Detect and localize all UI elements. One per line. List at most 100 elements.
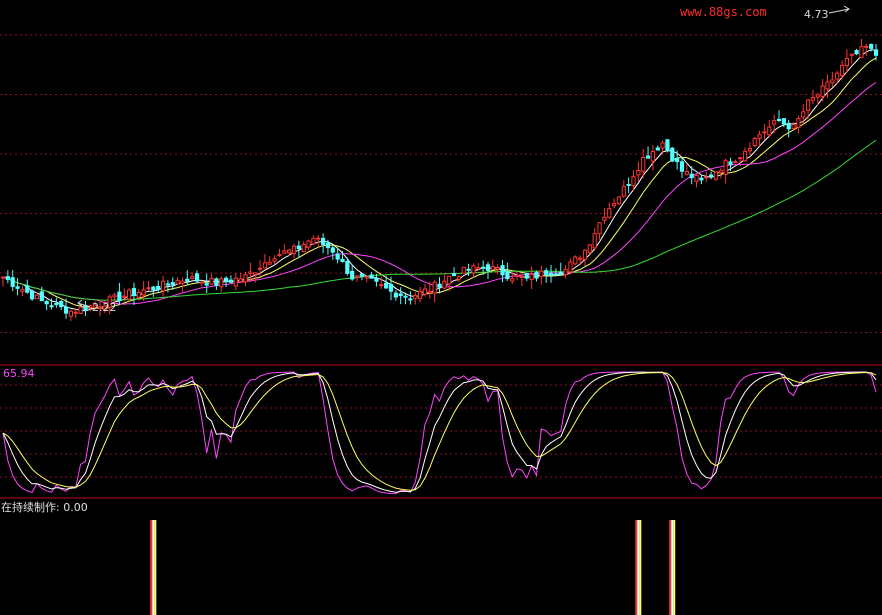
candle-body bbox=[742, 150, 748, 162]
candle-body bbox=[679, 161, 685, 172]
candle-body bbox=[238, 278, 243, 283]
candle-body bbox=[267, 261, 272, 265]
candle-body bbox=[825, 81, 830, 90]
candle-body bbox=[73, 311, 78, 314]
candle-body bbox=[592, 233, 597, 249]
candle-body bbox=[20, 289, 25, 293]
signal-bar bbox=[637, 520, 640, 615]
candle-body bbox=[806, 99, 811, 111]
watermark: www.88gs.com bbox=[680, 5, 767, 19]
candle-body bbox=[859, 46, 864, 58]
candle-body bbox=[713, 171, 719, 180]
candle-body bbox=[839, 64, 845, 77]
signal-bar bbox=[152, 520, 155, 615]
candle-body bbox=[194, 273, 200, 282]
ma-line-2 bbox=[2, 82, 877, 305]
candle-body bbox=[136, 291, 141, 298]
candle-body bbox=[287, 249, 292, 254]
candle-body bbox=[209, 278, 214, 285]
oscillator-lines bbox=[2, 371, 877, 495]
candle-body bbox=[767, 126, 772, 136]
candle-body bbox=[330, 247, 335, 253]
candle-body bbox=[447, 275, 452, 285]
candle-body bbox=[762, 131, 767, 134]
candle-body bbox=[675, 157, 680, 163]
candle-body bbox=[451, 273, 457, 277]
candle-body bbox=[873, 49, 879, 56]
candle-body bbox=[718, 170, 723, 174]
stock-chart: www.88gs.com 4.73 2.22 65.94 在持续制作: 0.00 bbox=[0, 5, 882, 615]
candle-body bbox=[660, 142, 665, 149]
candle-body bbox=[374, 277, 379, 282]
candle-body bbox=[364, 276, 369, 279]
candle-body bbox=[515, 274, 520, 278]
candle-body bbox=[854, 50, 859, 55]
candle-body bbox=[466, 268, 471, 271]
candle-body bbox=[170, 282, 175, 286]
candle-body bbox=[345, 261, 350, 274]
candle-body bbox=[175, 280, 180, 285]
candle-body bbox=[253, 272, 258, 275]
candle-body bbox=[689, 173, 694, 179]
candle-body bbox=[112, 294, 117, 298]
candle-body bbox=[650, 150, 655, 162]
candle-body bbox=[510, 278, 515, 282]
candle-body bbox=[296, 245, 301, 250]
candle-body bbox=[44, 300, 49, 305]
candle-body bbox=[393, 292, 398, 298]
candle-body bbox=[757, 134, 762, 139]
candle-body bbox=[563, 268, 568, 276]
candle-body bbox=[864, 45, 869, 48]
oscillator-panel-grid bbox=[0, 384, 882, 478]
candle-body bbox=[461, 266, 466, 274]
candle-body bbox=[131, 288, 137, 297]
candle-body bbox=[612, 203, 617, 207]
candle-body bbox=[432, 281, 437, 294]
candle-body bbox=[190, 276, 195, 280]
candle-body bbox=[481, 266, 486, 269]
candle-body bbox=[704, 176, 709, 179]
low-label: 2.22 bbox=[92, 301, 117, 314]
candle-body bbox=[321, 237, 326, 245]
candle-body bbox=[815, 94, 820, 98]
candle-body bbox=[291, 245, 297, 254]
candle-body bbox=[63, 306, 69, 314]
candle-body bbox=[122, 295, 127, 298]
candle-body bbox=[801, 111, 806, 118]
candle-body bbox=[243, 274, 248, 283]
signal-bars bbox=[150, 520, 676, 615]
candle-body bbox=[582, 249, 588, 260]
candle-body bbox=[733, 161, 738, 164]
signal-bar bbox=[671, 520, 674, 615]
candle-body bbox=[631, 176, 636, 187]
candle-body bbox=[350, 270, 355, 280]
candle-body bbox=[709, 174, 714, 177]
candle-body bbox=[684, 170, 689, 175]
candle-body bbox=[524, 272, 529, 279]
candle-body bbox=[641, 157, 646, 172]
candle-body bbox=[418, 290, 423, 300]
candle-body bbox=[849, 53, 854, 56]
candle-body bbox=[665, 139, 670, 151]
candle-body bbox=[185, 278, 190, 282]
candle-body bbox=[30, 290, 35, 300]
candle-body bbox=[228, 279, 234, 283]
candle-body bbox=[262, 262, 267, 269]
candle-body bbox=[655, 147, 660, 151]
candle-body bbox=[820, 85, 825, 97]
candle-body bbox=[141, 289, 146, 296]
candle-body bbox=[529, 273, 534, 280]
candle-body bbox=[490, 266, 495, 270]
ma-line-1 bbox=[2, 57, 877, 309]
candle-body bbox=[408, 298, 413, 301]
candle-body bbox=[587, 244, 592, 254]
candle-body bbox=[796, 118, 801, 128]
candle-body bbox=[495, 267, 500, 270]
candle-body bbox=[233, 277, 238, 287]
signal-bar bbox=[150, 520, 153, 615]
oscillator-line-1 bbox=[2, 371, 877, 493]
candle-body bbox=[403, 295, 408, 298]
candle-body bbox=[621, 186, 626, 197]
oscillator-line-0 bbox=[2, 371, 877, 495]
high-arrow bbox=[828, 5, 850, 14]
